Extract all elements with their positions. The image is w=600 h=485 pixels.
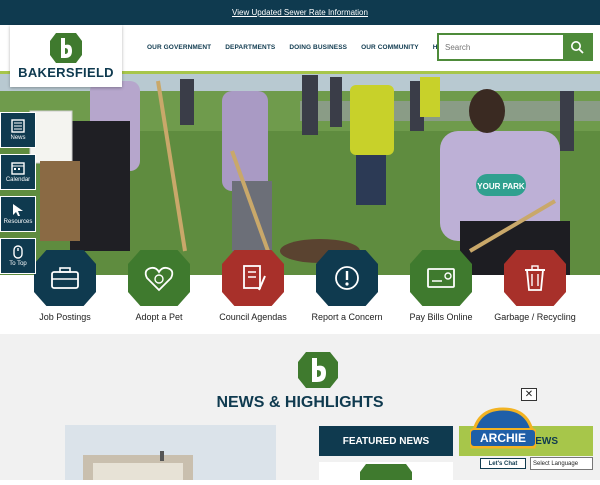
quicklink-label: Garbage / Recycling [494,312,576,322]
nav-doing-business[interactable]: DOING BUSINESS [282,44,354,51]
alert-icon [335,266,359,290]
quicklink-label: Report a Concern [311,312,383,322]
quicklink-garbage-recycling[interactable]: Garbage / Recycling [491,250,579,334]
tab-featured-news[interactable]: FEATURED NEWS [319,426,453,456]
news-card[interactable] [319,462,453,480]
quicklink-label: Adopt a Pet [135,312,183,322]
hero-image: YOUR PARK [0,71,600,275]
quick-links: Job Postings Adopt a Pet Council Agendas… [0,250,600,334]
sidebar-item-label: News [10,135,26,141]
sidebar-item-news[interactable]: News [0,112,36,148]
hex-badge [410,250,472,306]
news-image[interactable] [65,425,276,480]
chat-button[interactable]: Let's Chat [480,458,526,469]
quicklink-label: Pay Bills Online [409,312,473,322]
pet-icon [144,266,174,292]
sidebar-item-label: Calendar [5,177,31,183]
card-logo-icon [360,464,412,480]
hero-badge-text: YOUR PARK [477,182,525,191]
cursor-icon [13,204,23,216]
sidebar: News Calendar Resources To Top [0,112,38,280]
bill-icon [427,268,455,288]
hex-badge [504,250,566,306]
search-box [437,33,593,61]
search-input[interactable] [439,35,563,59]
quicklink-label: Job Postings [39,312,91,322]
quicklink-adopt-a-pet[interactable]: Adopt a Pet [115,250,203,334]
quicklink-pay-bills-online[interactable]: Pay Bills Online [397,250,485,334]
sidebar-item-to-top[interactable]: To Top [0,238,36,274]
alert-link[interactable]: View Updated Sewer Rate Information [232,8,368,17]
quicklink-council-agendas[interactable]: Council Agendas [209,250,297,334]
sidebar-item-calendar[interactable]: Calendar [0,154,36,190]
search-icon [571,41,584,54]
site-logo[interactable]: BAKERSFIELD [10,25,122,87]
nav-departments[interactable]: DEPARTMENTS [218,44,282,51]
agenda-icon [243,265,266,291]
calendar-icon [11,162,25,175]
quicklink-report-a-concern[interactable]: Report a Concern [303,250,391,334]
logo-text: BAKERSFIELD [18,64,114,80]
hex-badge [34,250,96,306]
language-select[interactable]: Select Language [530,457,593,470]
hex-badge [128,250,190,306]
archie-label: ARCHIE [479,431,526,445]
alert-bar: View Updated Sewer Rate Information [0,0,600,25]
nav-our-community[interactable]: OUR COMMUNITY [354,44,426,51]
mouse-icon [13,245,23,259]
news-logo-icon [298,352,338,388]
briefcase-icon [51,267,79,289]
news-icon [11,119,25,133]
hex-badge [222,250,284,306]
nav-our-government[interactable]: OUR GOVERNMENT [140,44,218,51]
logo-icon [50,32,82,63]
hex-badge [316,250,378,306]
sidebar-item-resources[interactable]: Resources [0,196,36,232]
search-button[interactable] [563,35,591,59]
sidebar-item-label: To Top [9,261,27,267]
close-button[interactable]: ✕ [521,388,537,401]
trash-icon [525,265,545,291]
quicklink-label: Council Agendas [219,312,287,322]
main-nav: OUR GOVERNMENT DEPARTMENTS DOING BUSINES… [140,44,477,51]
sidebar-item-label: Resources [3,219,33,225]
